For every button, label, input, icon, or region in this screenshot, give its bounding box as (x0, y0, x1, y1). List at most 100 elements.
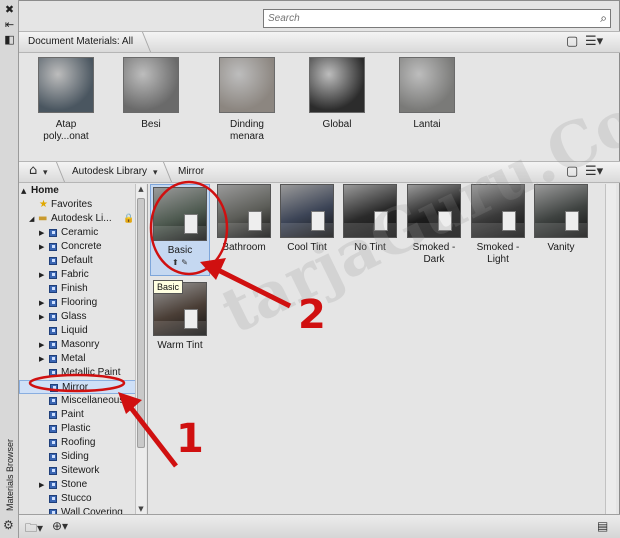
pane-divider[interactable] (147, 184, 148, 514)
material-tile[interactable]: Cool Tint (277, 184, 337, 254)
tree-item-concrete[interactable]: ▶ Concrete (19, 240, 146, 254)
expand-arrow-icon[interactable]: ▶ (39, 352, 47, 366)
tree-item-liquid[interactable]: Liquid (19, 324, 146, 338)
material-label: Dinding menara (212, 119, 282, 143)
autohide-icon[interactable]: ⇤ (3, 18, 16, 31)
material-tile[interactable]: Smoked - Dark (404, 184, 464, 266)
document-material-item[interactable]: Lantai (392, 57, 462, 131)
tree-item-label: Fabric (61, 269, 89, 280)
material-label-line: Basic (167, 245, 193, 256)
tree-item-mirror[interactable]: Mirror (19, 380, 146, 394)
material-swatch[interactable] (38, 57, 94, 113)
material-swatch[interactable] (534, 184, 588, 238)
material-editor-icon[interactable]: ▤ (597, 519, 608, 533)
material-swatch[interactable] (471, 184, 525, 238)
material-label-line: poly...onat (43, 131, 89, 142)
swatch-floor (154, 321, 206, 335)
tree-item-label: Favorites (51, 199, 93, 210)
swatch-floor (281, 223, 333, 237)
material-swatch[interactable] (219, 57, 275, 113)
tree-item-siding[interactable]: Siding (19, 450, 146, 464)
search-icon[interactable]: ⌕ (600, 11, 607, 26)
tree-item-home[interactable]: ▲ Home (19, 184, 146, 198)
material-swatch[interactable] (280, 184, 334, 238)
close-icon[interactable]: ✖ (3, 3, 16, 16)
tree-item-roofing[interactable]: Roofing (19, 436, 146, 450)
home-icon[interactable]: ⌂ (29, 164, 37, 178)
material-swatch[interactable] (153, 187, 207, 241)
tree-scrollbar[interactable]: ▲ ▼ (135, 184, 146, 514)
tree-item-plastic[interactable]: Plastic (19, 422, 146, 436)
scroll-up-icon[interactable]: ▲ (136, 184, 146, 194)
grid-scrollbar[interactable] (605, 184, 616, 514)
material-label: Warm Tint (150, 340, 210, 352)
document-material-item[interactable]: Dinding menara (212, 57, 282, 143)
material-tile[interactable]: No Tint (340, 184, 400, 254)
material-category-icon (49, 341, 57, 349)
tree-item-metal[interactable]: ▶ Metal (19, 352, 146, 366)
material-tile[interactable]: Vanity (531, 184, 591, 254)
search-input[interactable] (264, 10, 586, 27)
gear-icon[interactable]: ⚙ (3, 519, 16, 532)
tree-item-flooring[interactable]: ▶ Flooring (19, 296, 146, 310)
create-material-icon[interactable]: ⊕▾ (52, 519, 68, 533)
tile-actions-icon[interactable]: ⬆ ✎ (151, 258, 209, 268)
tree-item-label: Wall Covering (61, 507, 123, 514)
document-material-item[interactable]: Atap poly...onat (31, 57, 101, 143)
material-swatch[interactable] (343, 184, 397, 238)
material-tile[interactable]: Bathroom (214, 184, 274, 254)
tree-item-favorites[interactable]: ★ Favorites (19, 198, 146, 212)
material-swatch[interactable] (407, 184, 461, 238)
tree-item-finish[interactable]: Finish (19, 282, 146, 296)
document-material-item[interactable]: Besi (116, 57, 186, 131)
tree-item-ceramic[interactable]: ▶ Ceramic (19, 226, 146, 240)
expand-arrow-icon[interactable]: ▶ (39, 310, 47, 324)
expand-arrow-icon[interactable]: ▶ (39, 338, 47, 352)
properties-icon[interactable]: ◧ (3, 33, 16, 46)
open-library-icon[interactable]: 🗀▾ (25, 519, 43, 538)
tree-item-stucco[interactable]: Stucco (19, 492, 146, 506)
material-swatch[interactable] (217, 184, 271, 238)
list-options-icon[interactable]: ☰▾ (585, 35, 603, 49)
expand-arrow-icon[interactable]: ▶ (39, 226, 47, 240)
tree-item-fabric[interactable]: ▶ Fabric (19, 268, 146, 282)
material-swatch[interactable] (123, 57, 179, 113)
expand-arrow-icon[interactable]: ◢ (29, 212, 37, 226)
material-swatch[interactable] (309, 57, 365, 113)
list-options-icon[interactable]: ☰▾ (585, 165, 603, 179)
swatch-object (438, 211, 452, 231)
tree-item-miscellaneous[interactable]: Miscellaneous (19, 394, 146, 408)
tree-item-metallic-paint[interactable]: Metallic Paint (19, 366, 146, 380)
swatch-floor (472, 223, 524, 237)
expand-arrow-icon[interactable]: ▶ (39, 478, 47, 492)
tree-item-autodesk-li[interactable]: ◢ ▬ Autodesk Li... 🔒 (19, 212, 146, 226)
breadcrumb-current[interactable]: Mirror (178, 166, 204, 177)
tree-item-label: Flooring (61, 297, 98, 308)
material-swatch[interactable] (399, 57, 455, 113)
breadcrumb-library[interactable]: Autodesk Library (72, 166, 147, 177)
tree-item-wall-covering[interactable]: Wall Covering (19, 506, 146, 514)
scroll-thumb[interactable] (137, 198, 145, 448)
document-material-item[interactable]: Global (302, 57, 372, 131)
tree-item-default[interactable]: Default (19, 254, 146, 268)
document-materials-filter[interactable]: Document Materials: All (28, 36, 133, 47)
expand-arrow-icon[interactable]: ▶ (39, 268, 47, 282)
swatch-object (184, 309, 198, 329)
material-tile[interactable]: Basic ⬆ ✎ (150, 184, 210, 276)
tree-item-paint[interactable]: Paint (19, 408, 146, 422)
view-toggle-icon[interactable]: ▢ (566, 35, 578, 49)
scroll-down-icon[interactable]: ▼ (136, 504, 146, 514)
expand-arrow-icon[interactable]: ▶ (39, 240, 47, 254)
home-dropdown-icon[interactable]: ▾ (43, 166, 48, 180)
material-label-line: Vanity (547, 242, 575, 253)
material-tile[interactable]: Smoked - Light (468, 184, 528, 266)
folder-icon: ▬ (38, 213, 48, 224)
view-toggle-icon[interactable]: ▢ (566, 165, 578, 179)
expand-arrow-icon[interactable]: ▲ (21, 184, 29, 198)
expand-arrow-icon[interactable]: ▶ (39, 296, 47, 310)
material-category-icon (49, 257, 57, 265)
tree-item-masonry[interactable]: ▶ Masonry (19, 338, 146, 352)
tree-item-sitework[interactable]: Sitework (19, 464, 146, 478)
tree-item-stone[interactable]: ▶ Stone (19, 478, 146, 492)
tree-item-glass[interactable]: ▶ Glass (19, 310, 146, 324)
